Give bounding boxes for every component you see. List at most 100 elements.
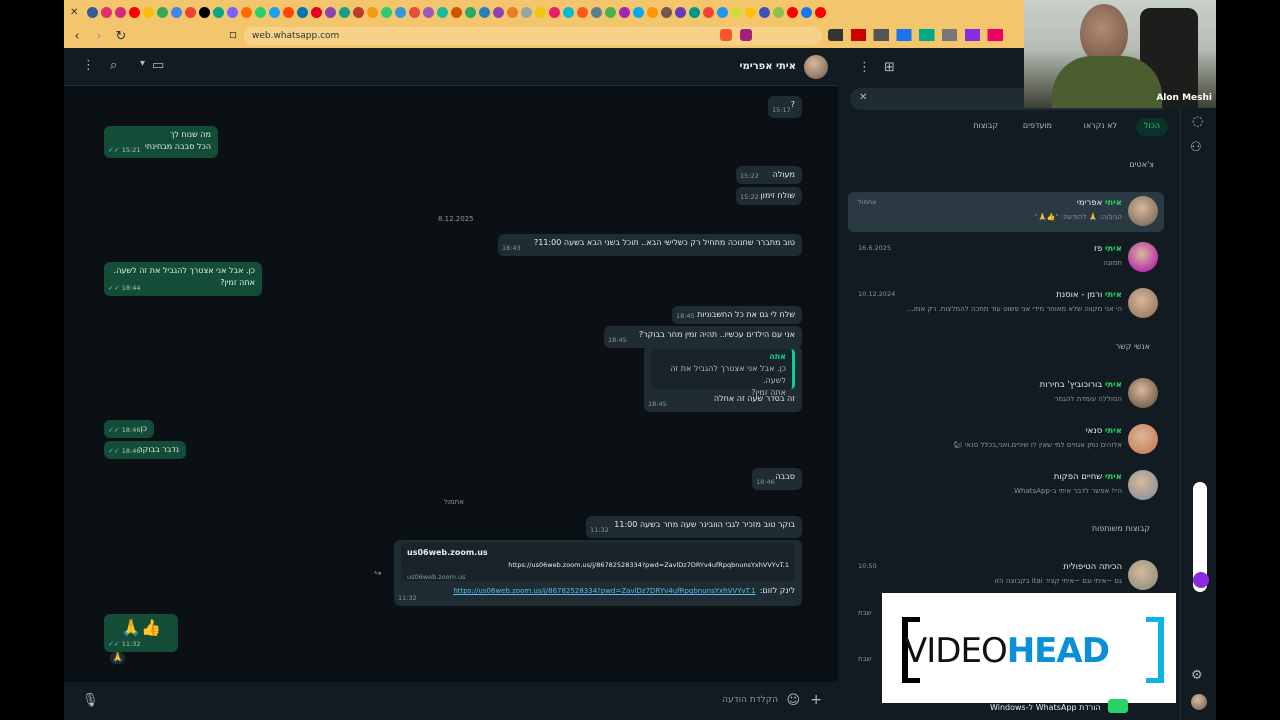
tab-favicon-icon[interactable] xyxy=(647,6,658,18)
tab-favicon-icon[interactable] xyxy=(311,6,322,18)
status-icon[interactable]: ◌ xyxy=(1192,114,1203,129)
close-tab-icon[interactable]: ✕ xyxy=(70,7,84,18)
tab-favicon-icon[interactable] xyxy=(297,6,308,18)
tab-favicon-icon[interactable] xyxy=(465,6,476,18)
avatar[interactable] xyxy=(1128,196,1158,226)
forward-icon[interactable]: › xyxy=(88,29,110,44)
tab-favicon-icon[interactable] xyxy=(437,6,448,18)
attach-plus-icon[interactable]: + xyxy=(810,692,822,708)
tab-favicon-icon[interactable] xyxy=(409,6,420,18)
download-windows-link[interactable]: הורדת WhatsApp ל-Windows xyxy=(990,703,1101,712)
chevron-down-icon[interactable]: ▾ xyxy=(140,58,145,69)
tab-favicon-icon[interactable] xyxy=(143,6,154,18)
tab-favicon-icon[interactable] xyxy=(423,6,434,18)
avatar[interactable] xyxy=(1128,288,1158,318)
chat-list-item[interactable]: איתי ורמן - אוסנת הי אני מקווה שלא מאוחר … xyxy=(848,284,1164,324)
settings-icon[interactable]: ⚙ xyxy=(1191,668,1203,683)
address-bar[interactable]: web.whatsapp.com xyxy=(244,27,822,45)
extension-icons[interactable] xyxy=(828,29,1018,41)
tab-favicon-icon[interactable] xyxy=(731,6,742,18)
quoted-message[interactable]: אתה כן. אבל אני אצטרך להגביל את זה לשעה. … xyxy=(651,349,795,397)
communities-icon[interactable]: ⚇ xyxy=(1190,140,1202,155)
chat-list-item[interactable]: הכיתה הטיפולית גם ~איתי וגם ~איתי קציר it… xyxy=(848,556,1164,596)
tab-favicon-icon[interactable] xyxy=(213,6,224,18)
incoming-message[interactable]: בוקר טוב מזכיר לגבי הוובינר שעה מחר בשעה… xyxy=(586,516,802,538)
new-chat-icon[interactable]: ⊞ xyxy=(884,60,895,75)
filter-chip[interactable]: מועדפים xyxy=(1015,118,1060,136)
filter-chip[interactable]: קבוצות xyxy=(965,118,1006,136)
outgoing-message[interactable]: נדבר בבוקר ✓✓ 18:46 xyxy=(104,441,186,459)
avatar[interactable] xyxy=(1128,378,1158,408)
tab-favicon-icon[interactable] xyxy=(507,6,518,18)
tab-favicon-icon[interactable] xyxy=(745,6,756,18)
incoming-message[interactable]: שולח זימון 15:22 xyxy=(736,187,802,205)
reload-icon[interactable]: ↻ xyxy=(110,29,132,44)
tab-favicon-icon[interactable] xyxy=(185,6,196,18)
incoming-message[interactable]: אתה כן. אבל אני אצטרך להגביל את זה לשעה. … xyxy=(644,346,802,412)
avatar[interactable] xyxy=(1128,470,1158,500)
chat-list-item[interactable]: איתי פז תמונה 16.6.2025 xyxy=(848,238,1164,278)
tab-favicon-icon[interactable] xyxy=(227,6,238,18)
tab-favicon-icon[interactable] xyxy=(619,6,630,18)
tab-favicon-icon[interactable] xyxy=(241,6,252,18)
incoming-message[interactable]: ? 15:17 xyxy=(768,96,802,118)
tab-favicon-icon[interactable] xyxy=(661,6,672,18)
close-icon[interactable]: ✕ xyxy=(859,92,867,103)
outgoing-message[interactable]: 👍🙏 ✓✓ 11:32 🙏 xyxy=(104,614,178,664)
chat-list-item[interactable]: איתי שחיים הפקות היי! אפשר לדבר איתי ב-Wh… xyxy=(848,466,1164,506)
tab-favicon-icon[interactable] xyxy=(535,6,546,18)
tab-favicon-icon[interactable] xyxy=(801,6,812,18)
chat-list-item[interactable]: איתי בורוכוביץ' בחירות הסוללה עומדת להגמר xyxy=(848,374,1164,414)
tab-favicon-icon[interactable] xyxy=(549,6,560,18)
sticker-icon[interactable]: ☺ xyxy=(786,693,800,708)
tab-favicon-icon[interactable] xyxy=(157,6,168,18)
chat-list-item[interactable]: איתי אפרימי הגיב/ה: 🙏 להודעה: "👍🙏" אתמול xyxy=(848,192,1164,232)
tab-favicon-icon[interactable] xyxy=(591,6,602,18)
outgoing-message[interactable]: כן ✓✓ 18:46 xyxy=(104,420,154,438)
tab-favicon-icon[interactable] xyxy=(759,6,770,18)
incoming-message[interactable]: שלח לי גם את כל החשבוניות 18:45 xyxy=(672,306,802,324)
tab-favicon-icon[interactable] xyxy=(339,6,350,18)
tab-favicon-icon[interactable] xyxy=(563,6,574,18)
tab-favicon-icon[interactable] xyxy=(773,6,784,18)
tab-favicon-icon[interactable] xyxy=(689,6,700,18)
search-icon[interactable]: ⌕ xyxy=(110,58,117,73)
tab-favicon-icon[interactable] xyxy=(787,6,798,18)
tab-favicon-icon[interactable] xyxy=(87,6,98,18)
tab-favicon-icon[interactable] xyxy=(815,6,826,18)
incoming-message[interactable]: אני עם הילדים עכשיו.. תהיה זמין מחר בבוק… xyxy=(604,326,802,348)
tab-favicon-icon[interactable] xyxy=(381,6,392,18)
tab-favicon-icon[interactable] xyxy=(703,6,714,18)
contact-name[interactable]: איתי אפרימי xyxy=(740,61,796,72)
incoming-message[interactable]: us06web.zoom.us https://us06web.zoom.us/j… xyxy=(374,540,802,606)
brave-shield-icon[interactable] xyxy=(720,29,732,41)
back-icon[interactable]: ‹ xyxy=(66,29,88,44)
tab-favicon-icon[interactable] xyxy=(395,6,406,18)
link-preview[interactable]: us06web.zoom.us https://us06web.zoom.us/j… xyxy=(401,543,795,581)
avatar[interactable] xyxy=(1128,424,1158,454)
tab-favicon-icon[interactable] xyxy=(577,6,588,18)
tab-favicon-icon[interactable] xyxy=(521,6,532,18)
tab-favicon-icon[interactable] xyxy=(675,6,686,18)
tab-favicon-icon[interactable] xyxy=(269,6,280,18)
assistant-icon[interactable] xyxy=(1193,572,1209,588)
chat-list-item[interactable]: איתי סנאי אלוהים נותן אגוזים למי שאין לו … xyxy=(848,420,1164,460)
tab-favicon-icon[interactable] xyxy=(633,6,644,18)
tab-favicon-icon[interactable] xyxy=(451,6,462,18)
brave-rewards-icon[interactable] xyxy=(740,29,752,41)
avatar[interactable] xyxy=(1128,242,1158,272)
tab-favicon-icon[interactable] xyxy=(171,6,182,18)
menu-icon[interactable]: ⋮ xyxy=(858,60,871,75)
tab-favicon-icon[interactable] xyxy=(353,6,364,18)
tab-favicon-icon[interactable] xyxy=(115,6,126,18)
filter-chip[interactable]: הכול xyxy=(1135,118,1168,136)
tab-favicon-icon[interactable] xyxy=(717,6,728,18)
tab-favicon-icon[interactable] xyxy=(493,6,504,18)
tab-favicon-icon[interactable] xyxy=(479,6,490,18)
tab-favicon-icon[interactable] xyxy=(367,6,378,18)
forward-icon[interactable]: ↪ xyxy=(374,568,382,580)
outgoing-message[interactable]: מה שנוח לך הכל סבבה מבחינתי ✓✓ 15:21 xyxy=(104,126,218,158)
tab-favicon-icon[interactable] xyxy=(255,6,266,18)
filter-chip[interactable]: לא נקראו xyxy=(1076,118,1125,136)
tab-favicon-icon[interactable] xyxy=(129,6,140,18)
